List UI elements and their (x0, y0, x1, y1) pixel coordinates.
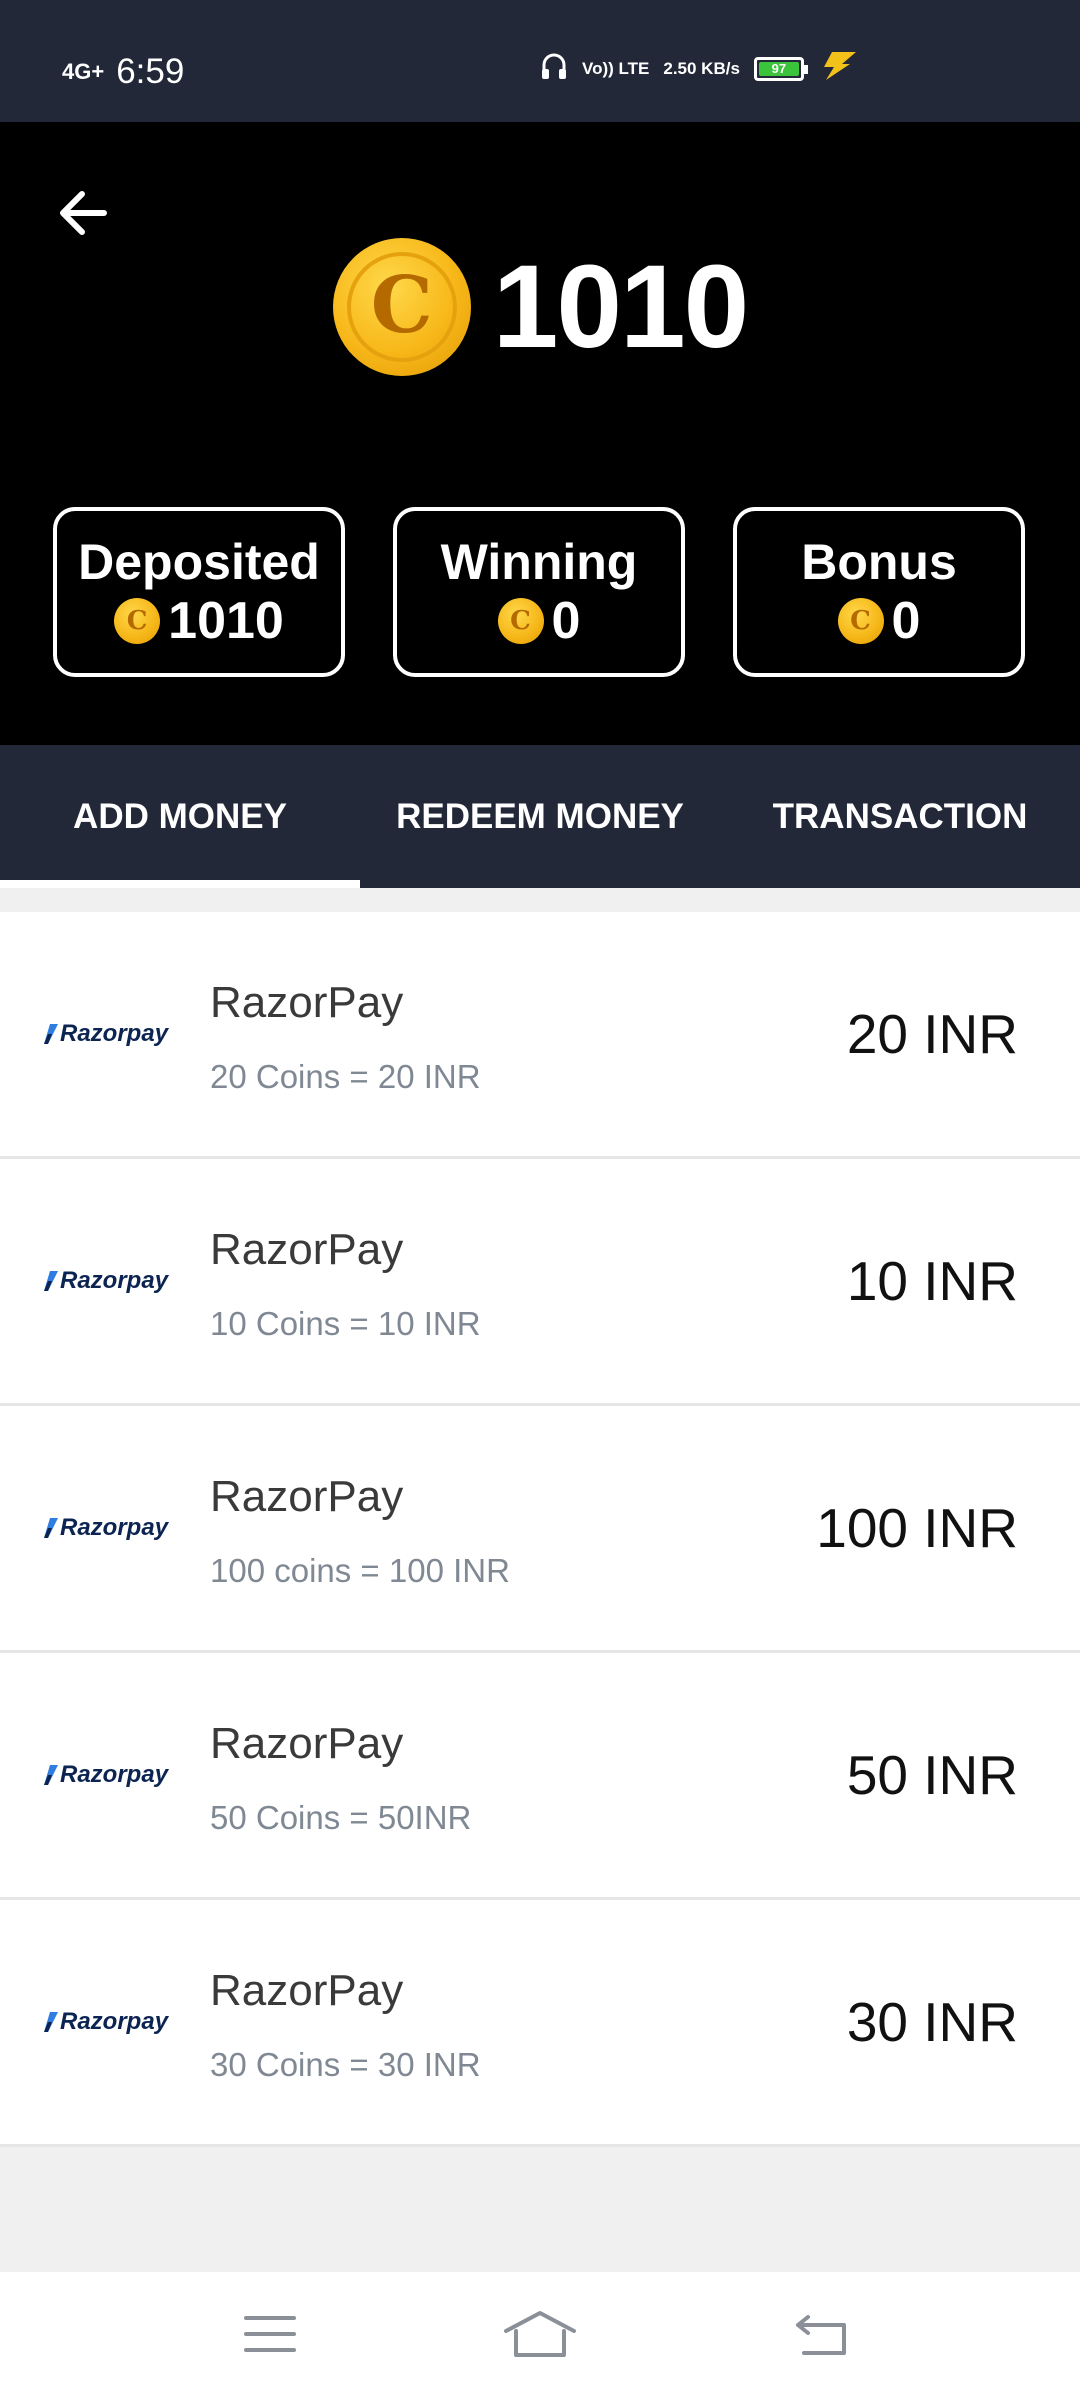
razorpay-logo: Razorpay (44, 1653, 168, 1897)
tab-redeem-money[interactable]: REDEEM MONEY (360, 745, 720, 888)
status-bar: 4G+ 6:59 Vo)) LTE 2.50 KB/s 97 (0, 0, 1080, 122)
option-title: RazorPay (210, 1225, 404, 1274)
home-button[interactable] (500, 2302, 580, 2366)
coin-icon: C (497, 598, 544, 644)
bonus-value: 0 (891, 592, 921, 650)
total-balance: C 1010 (0, 232, 1080, 382)
option-subtitle: 50 Coins = 50INR (210, 1799, 472, 1836)
tab-add-money[interactable]: ADD MONEY (0, 745, 360, 888)
menu-icon (244, 2316, 296, 2352)
coin-icon: C (114, 598, 161, 644)
wallet-header: C 1010 Deposited C 1010 Winning C 0 Bonu… (0, 122, 1080, 745)
menu-button[interactable] (230, 2302, 310, 2366)
coin-icon: C (837, 598, 884, 644)
deposited-box: Deposited C 1010 (53, 507, 345, 677)
payment-option[interactable]: Razorpay RazorPay 20 Coins = 20 INR 20 I… (0, 912, 1080, 1159)
home-icon (504, 2311, 576, 2357)
network-indicator: 4G+ (62, 59, 105, 84)
payment-options-list: Razorpay RazorPay 20 Coins = 20 INR 20 I… (0, 912, 1080, 2147)
deposited-value-row: C 1010 (114, 591, 284, 651)
status-left: 4G+ 6:59 (62, 52, 184, 92)
option-subtitle: 20 Coins = 20 INR (210, 1058, 481, 1095)
payment-option[interactable]: Razorpay RazorPay 30 Coins = 30 INR 30 I… (0, 1900, 1080, 2147)
network-speed: 2.50 KB/s (663, 58, 740, 78)
bonus-box: Bonus C 0 (733, 507, 1025, 677)
payment-option[interactable]: Razorpay RazorPay 10 Coins = 10 INR 10 I… (0, 1159, 1080, 1406)
coin-icon: C (332, 238, 471, 376)
charging-bolt-icon (818, 50, 858, 87)
tab-transaction[interactable]: TRANSACTION (720, 745, 1080, 888)
balance-value: 1010 (492, 241, 750, 373)
battery-icon: 97 (753, 56, 808, 81)
bonus-label: Bonus (801, 534, 957, 590)
razorpay-logo: Razorpay (44, 1159, 168, 1403)
option-subtitle: 30 Coins = 30 INR (210, 2046, 481, 2083)
razorpay-logo: Razorpay (44, 912, 168, 1156)
razorpay-logo: Razorpay (44, 1406, 168, 1650)
status-right: Vo)) LTE 2.50 KB/s 97 (540, 50, 858, 87)
wallet-breakdown: Deposited C 1010 Winning C 0 Bonus C 0 (53, 507, 1025, 677)
winning-box: Winning C 0 (393, 507, 685, 677)
razorpay-mark-icon (44, 1271, 58, 1291)
option-subtitle: 10 Coins = 10 INR (210, 1305, 481, 1342)
razorpay-mark-icon (44, 1024, 58, 1044)
option-title: RazorPay (210, 1966, 404, 2015)
back-nav-button[interactable] (782, 2302, 862, 2366)
razorpay-mark-icon (44, 2012, 58, 2032)
back-icon (796, 2315, 846, 2355)
razorpay-mark-icon (44, 1518, 58, 1538)
razorpay-mark-icon (44, 1765, 58, 1785)
winning-value-row: C 0 (497, 591, 581, 651)
option-title: RazorPay (210, 1472, 404, 1521)
deposited-label: Deposited (78, 534, 320, 590)
winning-label: Winning (440, 534, 638, 590)
payment-option[interactable]: Razorpay RazorPay 100 coins = 100 INR 10… (0, 1406, 1080, 1653)
option-amount: 30 INR (846, 1991, 1018, 2053)
deposited-value: 1010 (168, 592, 284, 650)
option-subtitle: 100 coins = 100 INR (210, 1552, 510, 1589)
payment-option[interactable]: Razorpay RazorPay 50 Coins = 50INR 50 IN… (0, 1653, 1080, 1900)
battery-level: 97 (758, 61, 799, 76)
option-title: RazorPay (210, 1719, 404, 1768)
status-time: 6:59 (116, 52, 185, 91)
volte-indicator: Vo)) LTE (582, 58, 650, 78)
tab-bar: ADD MONEY REDEEM MONEY TRANSACTION (0, 745, 1080, 888)
winning-value: 0 (551, 592, 581, 650)
option-amount: 50 INR (846, 1744, 1018, 1806)
option-amount: 10 INR (846, 1250, 1018, 1312)
system-nav-bar (0, 2272, 1080, 2400)
option-amount: 20 INR (846, 1003, 1018, 1065)
headphones-icon (540, 51, 568, 86)
bonus-value-row: C 0 (837, 591, 921, 651)
option-title: RazorPay (210, 978, 404, 1027)
razorpay-logo: Razorpay (44, 1900, 168, 2144)
option-amount: 100 INR (816, 1497, 1018, 1559)
